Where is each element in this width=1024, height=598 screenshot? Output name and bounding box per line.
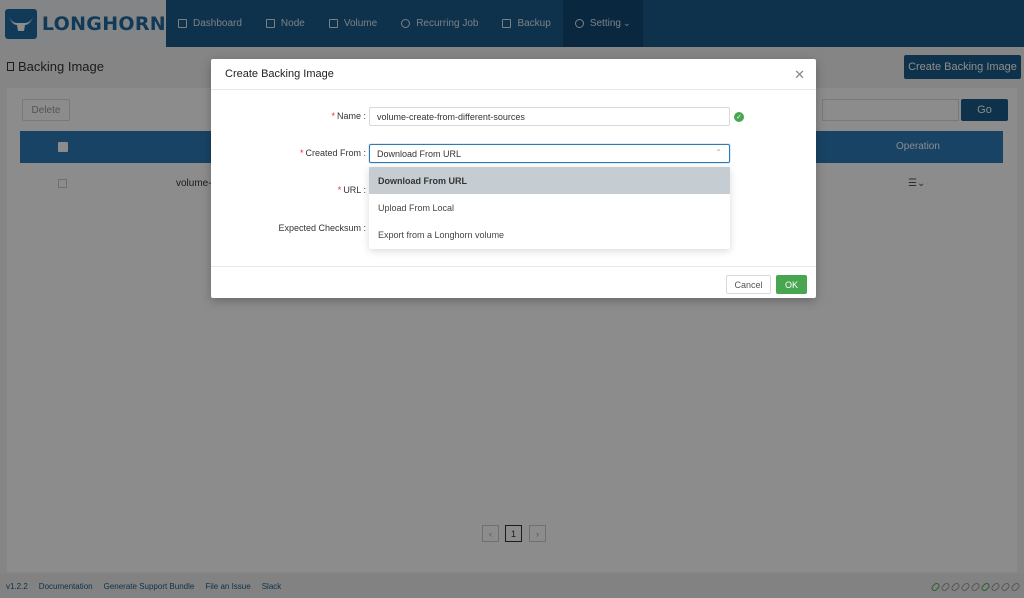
created-from-label-text: Created From bbox=[305, 148, 361, 158]
url-label: * URL : bbox=[337, 185, 366, 195]
name-label-text: Name bbox=[336, 111, 361, 121]
required-mark: * bbox=[331, 111, 335, 121]
checksum-label-text: Expected Checksum bbox=[278, 223, 361, 233]
name-value: volume-create-from-different-sources bbox=[377, 111, 525, 122]
cancel-button[interactable]: Cancel bbox=[726, 275, 771, 294]
created-from-value: Download From URL bbox=[377, 148, 462, 159]
checksum-label: Expected Checksum : bbox=[278, 223, 366, 233]
url-label-text: URL bbox=[343, 185, 361, 195]
ok-button[interactable]: OK bbox=[776, 275, 807, 294]
option-download-from-url[interactable]: Download From URL bbox=[369, 167, 730, 194]
option-export-from-volume[interactable]: Export from a Longhorn volume bbox=[369, 221, 730, 248]
name-input[interactable]: volume-create-from-different-sources bbox=[369, 107, 730, 126]
required-mark: * bbox=[337, 185, 342, 195]
check-circle-icon: ✓ bbox=[734, 112, 744, 122]
created-from-dropdown: Download From URL Upload From Local Expo… bbox=[369, 167, 730, 249]
close-icon[interactable]: ✕ bbox=[794, 67, 805, 83]
modal-header: Create Backing Image bbox=[211, 59, 816, 90]
created-from-label: * Created From : bbox=[299, 148, 366, 158]
name-label: * Name : bbox=[331, 111, 366, 121]
option-upload-from-local[interactable]: Upload From Local bbox=[369, 194, 730, 221]
created-from-select[interactable]: Download From URL ⌃ bbox=[369, 144, 730, 163]
chevron-up-icon: ⌃ bbox=[715, 148, 722, 157]
required-mark: * bbox=[299, 148, 304, 158]
modal-title: Create Backing Image bbox=[225, 68, 334, 80]
